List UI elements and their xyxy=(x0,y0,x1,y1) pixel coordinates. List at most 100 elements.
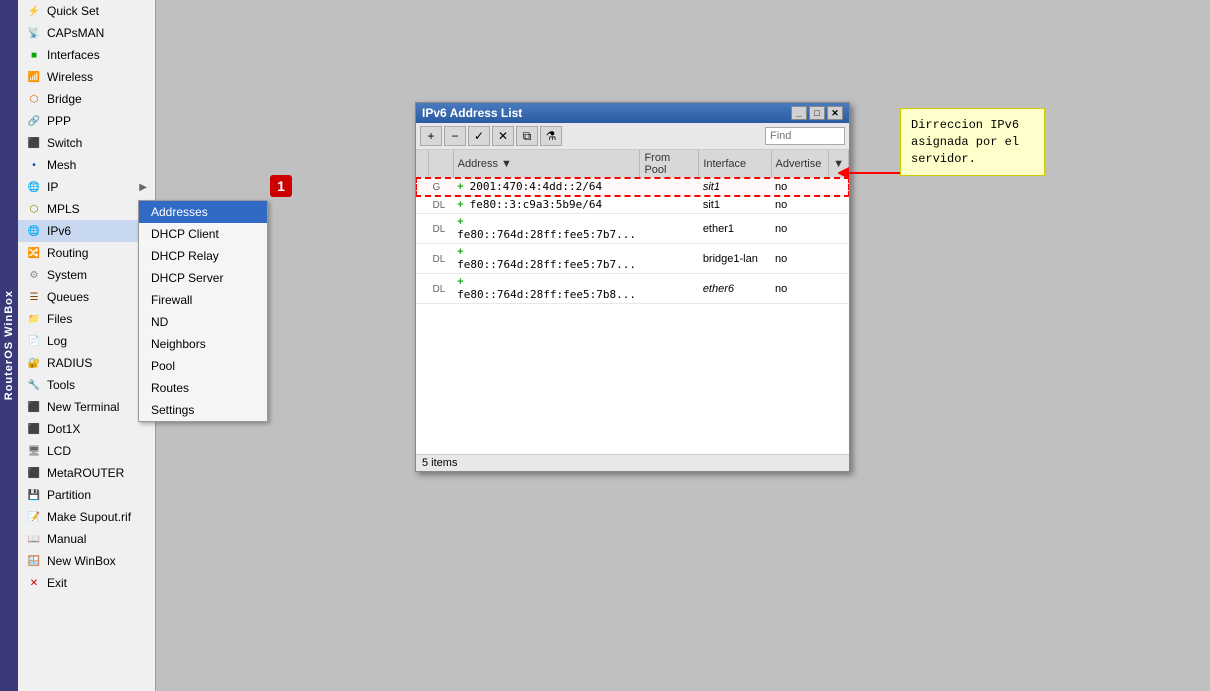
sidebar-item-ipv6[interactable]: 🌐 IPv6 ▶ xyxy=(18,220,155,242)
status-count: 5 items xyxy=(422,457,457,469)
table-header-row: Address ▼ From Pool Interface Advertise … xyxy=(416,150,849,178)
terminal-icon: ⬛ xyxy=(26,399,42,415)
row-advertise: no xyxy=(771,274,829,304)
col-header-from-pool[interactable]: From Pool xyxy=(640,150,699,178)
sidebar-label-lcd: LCD xyxy=(47,444,71,458)
sidebar-label-switch: Switch xyxy=(47,136,82,150)
submenu-item-neighbors[interactable]: Neighbors xyxy=(139,333,267,355)
row-interface: sit1 xyxy=(699,178,771,196)
row-check xyxy=(416,274,429,304)
minimize-button[interactable]: _ xyxy=(791,106,807,120)
col-header-interface[interactable]: Interface xyxy=(699,150,771,178)
log-icon: 📄 xyxy=(26,333,42,349)
submenu-label-dhcp-client: DHCP Client xyxy=(151,227,219,241)
sidebar-item-ppp[interactable]: 🔗 PPP xyxy=(18,110,155,132)
sidebar-label-new-terminal: New Terminal xyxy=(47,400,119,414)
row-extra xyxy=(829,244,849,274)
submenu-item-firewall[interactable]: Firewall xyxy=(139,289,267,311)
table-row[interactable]: G + 2001:470:4:4dd::2/64 sit1 no xyxy=(416,178,849,196)
sidebar-item-make-supout[interactable]: 📝 Make Supout.rif xyxy=(18,506,155,528)
copy-button[interactable]: ⧉ xyxy=(516,126,538,146)
col-header-address[interactable]: Address ▼ xyxy=(453,150,640,178)
row-address: + fe80::764d:28ff:fee5:7b7... xyxy=(453,214,640,244)
sidebar-item-tools[interactable]: 🔧 Tools ▶ xyxy=(18,374,155,396)
search-input[interactable] xyxy=(765,127,845,145)
sidebar-label-wireless: Wireless xyxy=(47,70,93,84)
remove-button[interactable]: − xyxy=(444,126,466,146)
row-interface: sit1 xyxy=(699,196,771,214)
mpls-icon: ⬡ xyxy=(26,201,42,217)
sidebar-item-switch[interactable]: ⬛ Switch xyxy=(18,132,155,154)
ipv6-icon: 🌐 xyxy=(26,223,42,239)
submenu-item-dhcp-relay[interactable]: DHCP Relay xyxy=(139,245,267,267)
sidebar-item-radius[interactable]: 🔐 RADIUS xyxy=(18,352,155,374)
row-pool xyxy=(640,196,699,214)
sidebar-item-ip[interactable]: 🌐 IP ▶ xyxy=(18,176,155,198)
sidebar-item-dot1x[interactable]: ⬛ Dot1X xyxy=(18,418,155,440)
submenu-item-dhcp-client[interactable]: DHCP Client xyxy=(139,223,267,245)
sidebar-item-mpls[interactable]: ⬡ MPLS ▶ xyxy=(18,198,155,220)
row-address: + 2001:470:4:4dd::2/64 xyxy=(453,178,640,196)
sidebar-item-queues[interactable]: ☰ Queues xyxy=(18,286,155,308)
sidebar-item-capsman[interactable]: 📡 CAPsMAN xyxy=(18,22,155,44)
table-row[interactable]: DL + fe80::3:c9a3:5b9e/64 sit1 no xyxy=(416,196,849,214)
row-address: + fe80::3:c9a3:5b9e/64 xyxy=(453,196,640,214)
submenu-item-addresses[interactable]: Addresses xyxy=(139,201,267,223)
row-extra xyxy=(829,196,849,214)
sidebar-item-system[interactable]: ⚙ System ▶ xyxy=(18,264,155,286)
tools-icon: 🔧 xyxy=(26,377,42,393)
submenu-item-nd[interactable]: ND xyxy=(139,311,267,333)
enable-button[interactable]: ✓ xyxy=(468,126,490,146)
col-header-advertise[interactable]: Advertise xyxy=(771,150,829,178)
sidebar-item-lcd[interactable]: 🖥 LCD xyxy=(18,440,155,462)
table-row[interactable]: DL + fe80::764d:28ff:fee5:7b7... bridge1… xyxy=(416,244,849,274)
disable-button[interactable]: ✕ xyxy=(492,126,514,146)
add-button[interactable]: + xyxy=(420,126,442,146)
sidebar-item-mesh[interactable]: • Mesh xyxy=(18,154,155,176)
sidebar-item-partition[interactable]: 💾 Partition xyxy=(18,484,155,506)
sidebar-label-ipv6: IPv6 xyxy=(47,224,71,238)
manual-icon: 📖 xyxy=(26,531,42,547)
sidebar-item-bridge[interactable]: ⬡ Bridge xyxy=(18,88,155,110)
sidebar-label-queues: Queues xyxy=(47,290,89,304)
submenu-item-settings[interactable]: Settings xyxy=(139,399,267,421)
row-flag: DL xyxy=(429,244,454,274)
files-icon: 📁 xyxy=(26,311,42,327)
sidebar-label-new-winbox: New WinBox xyxy=(47,554,116,568)
filter-button[interactable]: ⚗ xyxy=(540,126,562,146)
table-row[interactable]: DL + fe80::764d:28ff:fee5:7b7... ether1 … xyxy=(416,214,849,244)
submenu-item-routes[interactable]: Routes xyxy=(139,377,267,399)
ipv6-window-title: IPv6 Address List xyxy=(422,106,522,120)
sidebar-item-exit[interactable]: ✕ Exit xyxy=(18,572,155,594)
close-button[interactable]: ✕ xyxy=(827,106,843,120)
sidebar-item-wireless[interactable]: 📶 Wireless xyxy=(18,66,155,88)
sidebar-item-new-terminal[interactable]: ⬛ New Terminal xyxy=(18,396,155,418)
sidebar-item-manual[interactable]: 📖 Manual xyxy=(18,528,155,550)
row-address: + fe80::764d:28ff:fee5:7b7... xyxy=(453,244,640,274)
sidebar-item-interfaces[interactable]: ■ Interfaces xyxy=(18,44,155,66)
row-pool xyxy=(640,274,699,304)
sidebar: ⚡ Quick Set 📡 CAPsMAN ■ Interfaces 📶 Wir… xyxy=(18,0,156,691)
maximize-button[interactable]: □ xyxy=(809,106,825,120)
sidebar-label-mesh: Mesh xyxy=(47,158,76,172)
sidebar-label-tools: Tools xyxy=(47,378,75,392)
badge-1: 1 xyxy=(270,175,292,197)
sidebar-label-bridge: Bridge xyxy=(47,92,82,106)
sidebar-item-quick-set[interactable]: ⚡ Quick Set xyxy=(18,0,155,22)
sidebar-label-manual: Manual xyxy=(47,532,86,546)
sidebar-item-new-winbox[interactable]: 🪟 New WinBox xyxy=(18,550,155,572)
sidebar-item-routing[interactable]: 🔀 Routing ▶ xyxy=(18,242,155,264)
sidebar-label-partition: Partition xyxy=(47,488,91,502)
row-flag: DL xyxy=(429,196,454,214)
sidebar-item-log[interactable]: 📄 Log xyxy=(18,330,155,352)
sidebar-item-metarouter[interactable]: ⬛ MetaROUTER xyxy=(18,462,155,484)
table-row[interactable]: DL + fe80::764d:28ff:fee5:7b8... ether6 … xyxy=(416,274,849,304)
quick-set-icon: ⚡ xyxy=(26,3,42,19)
sidebar-label-quick-set: Quick Set xyxy=(47,4,99,18)
sidebar-item-files[interactable]: 📁 Files xyxy=(18,308,155,330)
row-check xyxy=(416,214,429,244)
submenu-item-pool[interactable]: Pool xyxy=(139,355,267,377)
interfaces-icon: ■ xyxy=(26,47,42,63)
row-flag: DL xyxy=(429,214,454,244)
submenu-item-dhcp-server[interactable]: DHCP Server xyxy=(139,267,267,289)
